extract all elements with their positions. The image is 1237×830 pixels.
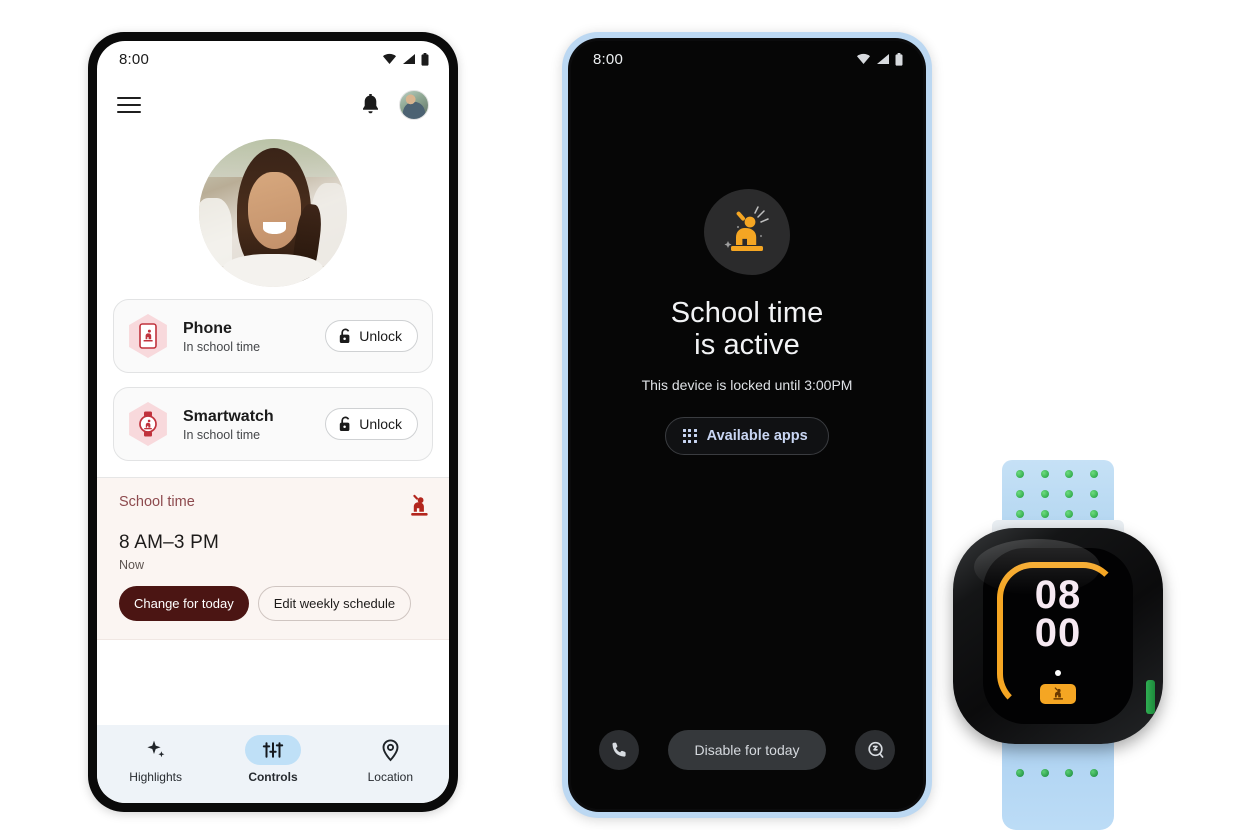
watch-hours: 08 — [1034, 573, 1082, 617]
photo-bg-figure-left — [199, 198, 232, 267]
phone-dark-device: 8:00 School time is active This device i… — [562, 32, 932, 818]
lock-title-line-2: is active — [694, 329, 800, 362]
nav-label-location: Location — [367, 770, 413, 784]
content-spacer — [97, 640, 449, 725]
app-bar — [97, 77, 449, 133]
nav-pill-highlights — [128, 735, 184, 765]
lock-bottom-actions: Disable for today — [571, 705, 923, 809]
phone-light-screen: 8:00 Phone In school time Unlock Smartwa… — [97, 41, 449, 803]
school-time-label: School time — [119, 494, 195, 510]
wifi-icon — [383, 53, 396, 64]
phone-dark-screen: 8:00 School time is active This device i… — [571, 41, 923, 809]
smartwatch-device-icon — [126, 402, 170, 446]
unlock-icon — [340, 416, 350, 431]
device-name: Smartwatch — [183, 407, 274, 425]
unlock-button[interactable]: Unlock — [325, 408, 418, 440]
hamburger-menu-icon[interactable] — [117, 97, 141, 113]
status-bar-dark: 8:00 — [571, 41, 923, 77]
watch-side-button[interactable] — [1146, 680, 1155, 714]
signal-icon — [403, 54, 415, 64]
watch-time: 08 00 — [983, 573, 1133, 656]
emergency-icon[interactable] — [855, 730, 895, 770]
photo-smile — [262, 221, 287, 234]
status-system-icons-dark — [856, 52, 903, 66]
watch-indicator-dot — [1055, 670, 1061, 676]
nav-item-controls[interactable]: Controls — [227, 735, 319, 784]
screenshot-stage: 8:00 Phone In school time Unlock Smartwa… — [0, 0, 1237, 830]
nav-label-highlights: Highlights — [129, 770, 182, 784]
unlock-icon — [340, 328, 350, 343]
watch-school-time-chip — [1040, 684, 1076, 704]
app-bar-actions — [360, 90, 429, 120]
unlock-button-label: Unlock — [359, 416, 402, 432]
location-pin-icon — [382, 738, 399, 761]
nav-item-highlights[interactable]: Highlights — [110, 735, 202, 784]
photo-shirt — [222, 254, 324, 287]
grid-apps-icon — [683, 429, 697, 443]
school-time-header: School time — [119, 494, 431, 518]
child-profile-photo[interactable] — [199, 139, 347, 287]
table-row[interactable]: Phone In school time Unlock — [113, 299, 433, 373]
available-apps-button[interactable]: Available apps — [665, 416, 829, 455]
phone-device-icon — [126, 314, 170, 358]
phone-dark-bezel: 8:00 School time is active This device i… — [568, 38, 926, 812]
nav-pill-controls — [244, 735, 301, 765]
page-title: School time is active — [671, 297, 824, 362]
smartwatch-device: 08 00 — [942, 460, 1174, 830]
sliders-icon — [262, 742, 284, 758]
profile-photo-wrapper — [97, 139, 449, 287]
school-time-range: 8 AM–3 PM — [119, 532, 220, 553]
nav-label-controls: Controls — [248, 770, 298, 784]
account-avatar[interactable] — [399, 90, 429, 120]
status-bar: 8:00 — [97, 41, 449, 77]
device-status: In school time — [183, 427, 261, 442]
status-clock: 8:00 — [119, 50, 149, 68]
lock-screen-body: School time is active This device is loc… — [571, 77, 923, 705]
device-list: Phone In school time Unlock Smartwatch I… — [97, 287, 449, 475]
battery-icon — [895, 52, 903, 66]
unlock-button-label: Unlock — [359, 328, 402, 344]
phone-call-icon[interactable] — [599, 730, 639, 770]
school-time-raised-hand-icon — [704, 189, 790, 275]
edit-weekly-schedule-button[interactable]: Edit weekly schedule — [257, 586, 412, 621]
status-clock-dark: 8:00 — [593, 50, 623, 68]
device-name: Phone — [183, 319, 232, 337]
wifi-icon — [857, 53, 870, 64]
sparkle-icon — [147, 740, 165, 758]
photo-face — [247, 171, 302, 249]
school-time-icon — [411, 494, 428, 516]
disable-for-today-button[interactable]: Disable for today — [668, 730, 826, 770]
device-info: Phone In school time — [183, 319, 312, 354]
school-time-icon — [1053, 687, 1064, 700]
available-apps-label: Available apps — [706, 427, 808, 444]
device-status: In school time — [183, 339, 261, 354]
signal-icon — [877, 54, 889, 64]
status-system-icons — [382, 52, 429, 66]
watch-case: 08 00 — [953, 528, 1163, 744]
unlock-button[interactable]: Unlock — [325, 320, 418, 352]
bottom-navigation: Highlights Controls Location — [97, 725, 449, 803]
table-row[interactable]: Smartwatch In school time Unlock — [113, 387, 433, 461]
school-time-actions: Change for today Edit weekly schedule — [119, 586, 431, 621]
lock-subtitle: This device is locked until 3:00PM — [641, 376, 853, 393]
bell-icon[interactable] — [360, 93, 381, 117]
lock-title-line-1: School time — [670, 297, 824, 329]
watch-screen[interactable]: 08 00 — [983, 548, 1133, 724]
device-info: Smartwatch In school time — [183, 407, 312, 442]
watch-minutes: 00 — [1034, 611, 1082, 656]
nav-pill-location — [362, 735, 418, 765]
battery-icon — [421, 52, 429, 66]
school-time-state: Now — [119, 558, 145, 572]
phone-light-device: 8:00 Phone In school time Unlock Smartwa… — [88, 32, 458, 812]
school-time-card: School time 8 AM–3 PM Now Change for tod… — [97, 478, 449, 640]
nav-item-location[interactable]: Location — [344, 735, 436, 784]
change-for-today-button[interactable]: Change for today — [119, 586, 249, 621]
